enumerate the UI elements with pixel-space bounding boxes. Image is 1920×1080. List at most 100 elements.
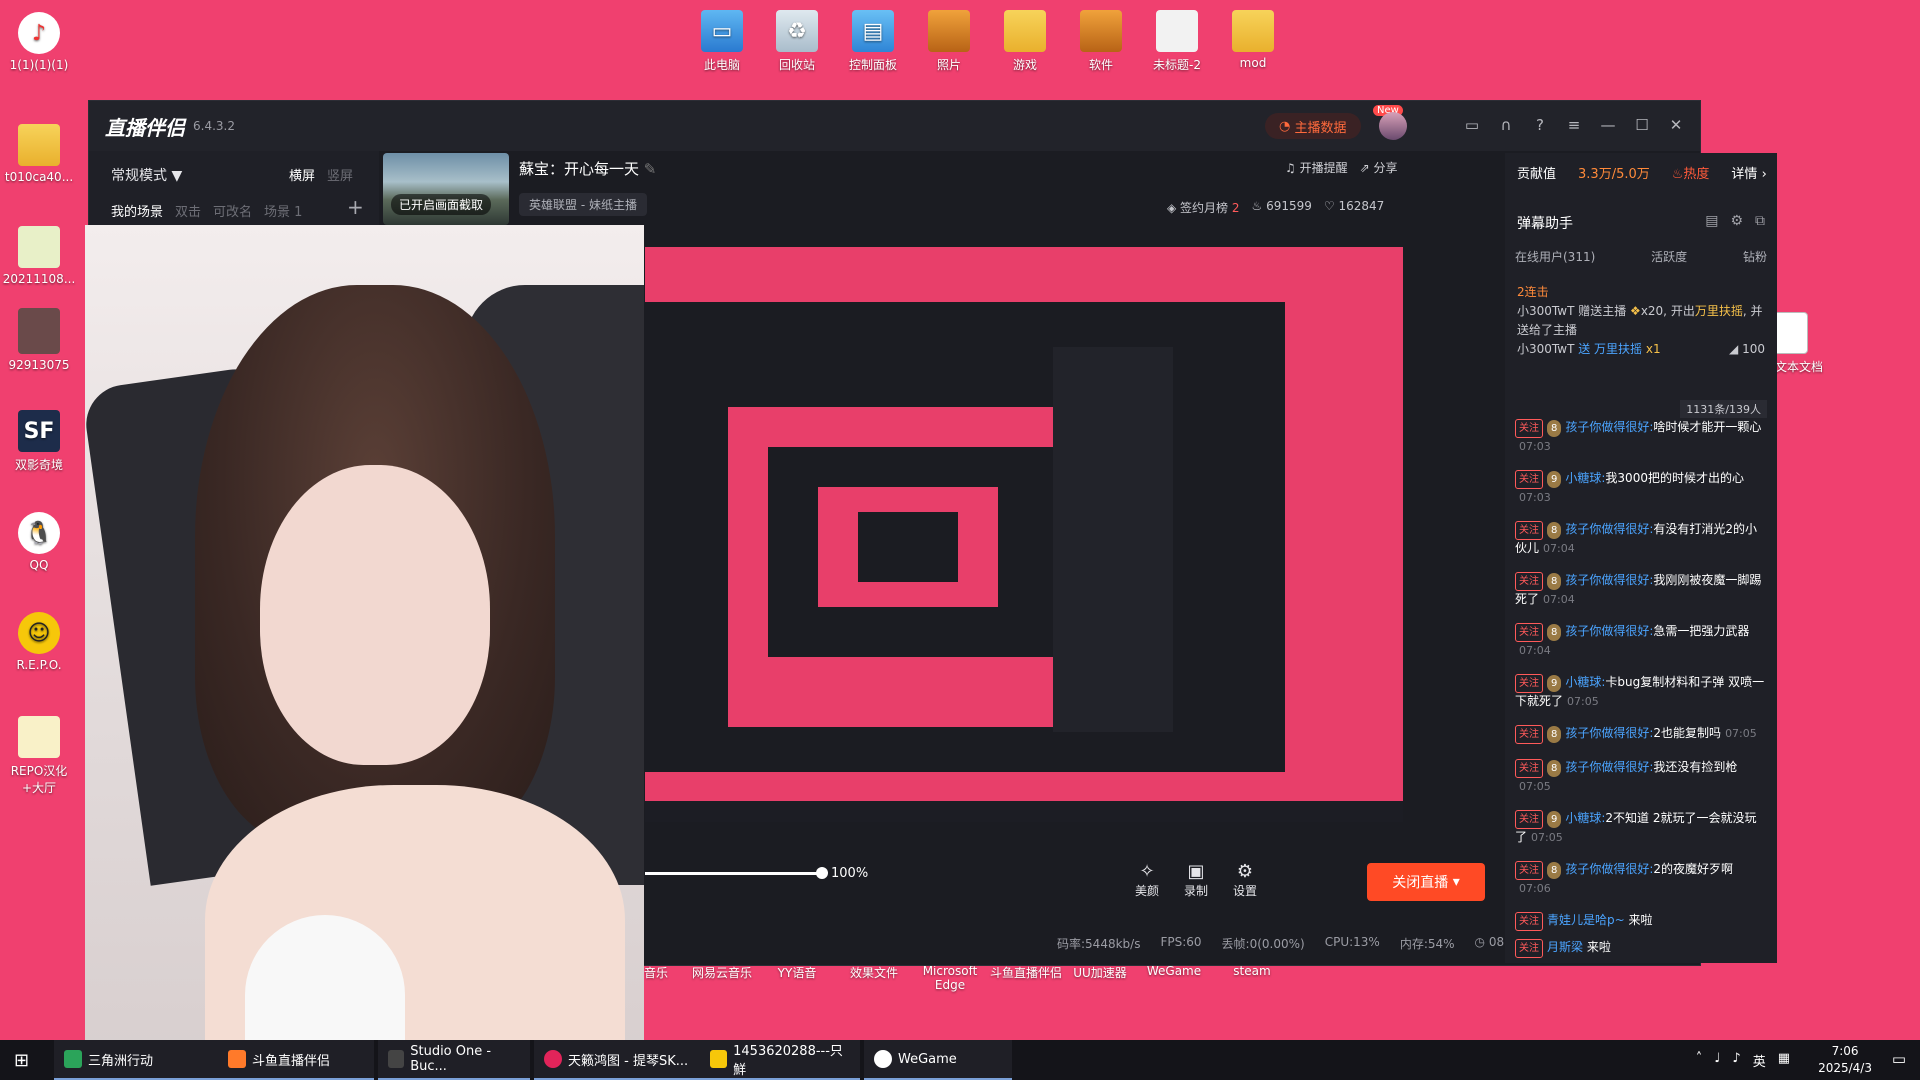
follow-reminder-button[interactable]: ♫ 开播提醒 [1285,159,1348,176]
desktop-icon-software[interactable]: 软件 [1062,10,1140,73]
volume-slider[interactable] [645,872,820,875]
folder-icon [1004,10,1046,52]
beauty-button[interactable]: ✧ 美颜 [1127,861,1167,899]
chat-message[interactable]: 关注 8 孩子你做得很好:我还没有捡到枪07:05 [1515,759,1765,795]
desktop-icon-image-2[interactable]: 20211108... [0,226,78,286]
monthly-sign-rank[interactable]: ◈ 签约月榜 2 [1167,199,1240,216]
chat-message[interactable]: 关注 8 孩子你做得很好:我刚刚被夜魔一脚踢死了 07:04 [1515,572,1765,608]
chat-message[interactable]: 关注 9 小糖球:2不知道 2就玩了一会就没玩了 07:05 [1515,810,1765,846]
ime-indicator[interactable]: 英 [1753,1051,1766,1070]
desktop-label-uu[interactable]: UU加速器 [1068,964,1132,981]
desktop-label-music[interactable]: 音乐 [640,964,672,981]
minimize-icon[interactable]: — [1598,115,1618,135]
avatar[interactable] [1379,112,1407,140]
desktop-icon-this-pc[interactable]: ▭ 此电脑 [683,10,761,73]
chat-message[interactable]: 关注 9 小糖球:我3000把的时候才出的心07:03 [1515,470,1765,506]
chat-message[interactable]: 关注 8 孩子你做得很好:2的夜魔好歹啊07:06 [1515,861,1765,897]
taskbar-item-delta[interactable]: 三角洲行动 [54,1040,224,1080]
tab-diamond-fans[interactable]: 钻粉 [1743,248,1767,265]
host-data-button[interactable]: ◔ 主播数据 [1265,113,1361,139]
tab-my-scenes[interactable]: 我的场景 [111,201,163,220]
room-title[interactable]: 蘇宝：开心每一天 ✎ [519,158,656,179]
image-file-icon [18,124,60,166]
detail-link[interactable]: 详情 › [1731,163,1766,182]
desktop-icon-photo[interactable]: 92913075 [0,308,78,372]
message-icon[interactable]: ▭ [1462,115,1482,135]
stream-thumbnail[interactable]: 已开启画面截取 [383,153,509,225]
chat-message[interactable]: 关注 8 孩子你做得很好:有没有打消光2的小伙儿 07:04 [1515,521,1765,557]
chat-message[interactable]: 关注 8 孩子你做得很好:急需一把强力武器07:04 [1515,623,1765,659]
help-icon[interactable]: ? [1530,115,1550,135]
keyboard-icon[interactable]: ▦ [1778,1051,1790,1070]
volume-icon[interactable]: ♪ [1732,1051,1740,1070]
settings-icon[interactable]: ⚙ [1730,213,1743,229]
desktop-label-netease[interactable]: 网易云音乐 [688,964,756,981]
share-button[interactable]: ⇗ 分享 [1360,159,1398,176]
scene-hint-double: 双击 [175,205,202,220]
desktop-icon-image-1[interactable]: t010ca40... [0,124,78,184]
desktop-icon-music[interactable]: ♪ 1(1)(1)(1) [0,12,78,72]
portrait-toggle[interactable]: 竖屏 [327,165,353,184]
control-panel-icon: ▤ [852,10,894,52]
tab-activity[interactable]: 活跃度 [1651,248,1687,265]
taskbar-item-qq[interactable]: 1453620288---只鮮 [700,1040,860,1080]
desktop-icon-untitled[interactable]: 未标题-2 [1138,10,1216,73]
taskbar-item-music[interactable]: 天籁鸿图 - 提琴SK... [534,1040,702,1080]
desktop-icon-repo-lobby[interactable]: REPO汉化+大厅 [0,716,78,796]
desktop-label-edge[interactable]: Microsoft Edge [916,964,984,992]
desktop-icon-repo[interactable]: ☺ R.E.P.O. [0,612,78,672]
desktop-label-yy[interactable]: YY语音 [772,964,822,981]
desktop-icon-recycle-bin[interactable]: ♻ 回收站 [758,10,836,73]
face [260,465,490,765]
entry-message[interactable]: 关注 月斯梁 来啦 [1515,939,1765,958]
contribution-bar: 贡献值 3.3万/5.0万 ♨热度 详情 › [1517,163,1767,182]
heart-icon: ♡ [1323,199,1339,213]
notification-icon[interactable]: ▭ [1892,1050,1906,1068]
settings-button[interactable]: ⚙ 设置 [1225,861,1265,899]
desktop-icon-split-fiction[interactable]: SF 双影奇境 [0,410,78,473]
add-scene-button[interactable]: + [347,195,364,219]
taskbar-clock[interactable]: 7:06 2025/4/3 [1818,1043,1872,1077]
volume-knob[interactable] [816,867,828,879]
microphone-icon[interactable]: ♩ [1714,1051,1720,1070]
message-count: 1131条/139人 [1680,400,1767,418]
maximize-icon[interactable]: ☐ [1632,115,1652,135]
preview-nested-window [645,302,1285,772]
taskbar-item-wegame[interactable]: WeGame [864,1040,1012,1080]
entry-message[interactable]: 关注 青娃儿是哈p~ 来啦 [1515,912,1765,931]
tab-online-users[interactable]: 在线用户(311) [1515,248,1595,265]
desktop-label-effects[interactable]: 效果文件 [842,964,906,981]
scene-hint-rename: 可改名 [213,205,253,220]
studio-one-icon [388,1050,405,1068]
desktop-label-steam[interactable]: steam [1220,964,1284,978]
desktop-label-douyu[interactable]: 斗鱼直播伴侣 [986,964,1066,981]
popout-icon[interactable]: ⧉ [1755,213,1765,229]
desktop-icon-qq[interactable]: 🐧 QQ [0,512,78,572]
chevron-up-icon[interactable]: ˄ [1696,1051,1703,1070]
desktop-icon-mod[interactable]: mod [1214,10,1292,70]
record-button[interactable]: ▣ 录制 [1176,861,1216,899]
desktop-label-wegame[interactable]: WeGame [1142,964,1206,978]
close-icon[interactable]: ✕ [1666,115,1686,135]
desktop-icon-photos[interactable]: 照片 [910,10,988,73]
chat-message[interactable]: 关注 9 小糖球:卡bug复制材料和子弹 双喷一下就死了 07:05 [1515,674,1765,710]
chat-message[interactable]: 关注 8 孩子你做得很好:啥时候才能开一颗心07:03 [1515,419,1765,455]
desktop-icon-games[interactable]: 游戏 [986,10,1064,73]
edit-icon[interactable]: ✎ [644,160,657,178]
chat-message[interactable]: 关注 8 孩子你做得很好:2也能复制吗 07:05 [1515,725,1765,744]
close-live-button[interactable]: 关闭直播 ▾ [1367,863,1485,901]
flame-icon: ♨ [1671,167,1684,182]
headset-icon[interactable]: ∩ [1496,115,1516,135]
stream-preview[interactable] [645,247,1403,822]
desktop-icon-control-panel[interactable]: ▤ 控制面板 [834,10,912,73]
menu-icon[interactable]: ≡ [1564,115,1584,135]
taskbar-item-douyu[interactable]: 斗鱼直播伴侣 [218,1040,374,1080]
mode-dropdown[interactable]: 常规模式 ▼ [111,165,182,185]
windows-start-icon[interactable]: ⊞ [14,1050,29,1071]
landscape-toggle[interactable]: 横屏 [289,165,315,184]
scene-1[interactable]: 场景 1 [264,201,302,220]
danmaku-title: 弹幕助手 [1517,216,1573,232]
taskbar-item-studio-one[interactable]: Studio One - Buc... [378,1040,530,1080]
document-icon[interactable]: ▤ [1705,213,1718,229]
room-category[interactable]: 英雄联盟 - 妹纸主播 [519,193,647,216]
